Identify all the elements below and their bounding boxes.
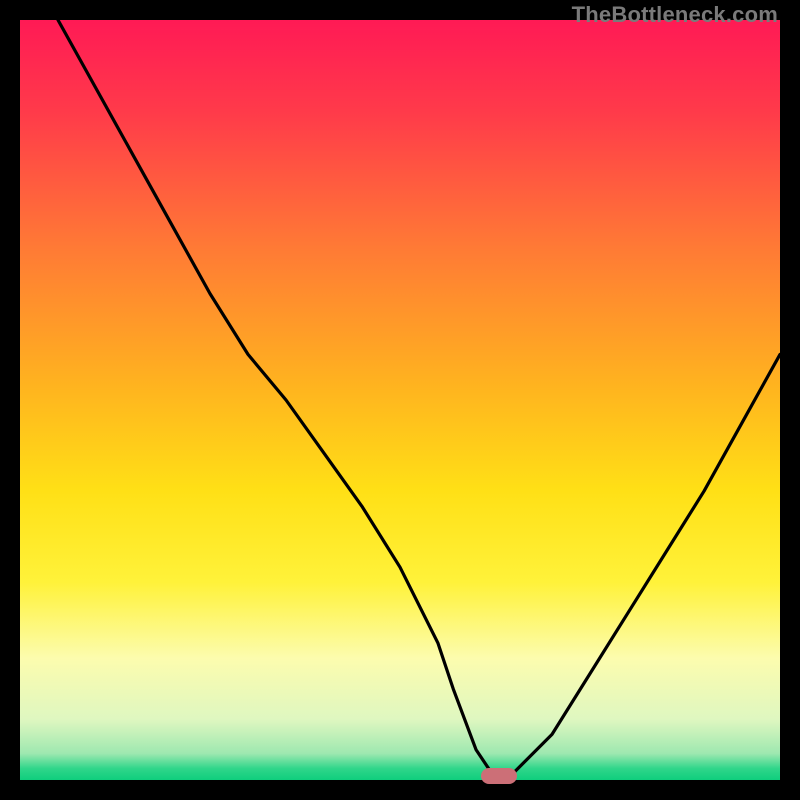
optimal-point-marker — [481, 768, 517, 784]
plot-area — [20, 20, 780, 780]
bottleneck-curve — [58, 20, 780, 776]
watermark-text: TheBottleneck.com — [572, 2, 778, 28]
chart-container: TheBottleneck.com — [0, 0, 800, 800]
curve-layer — [20, 20, 780, 780]
